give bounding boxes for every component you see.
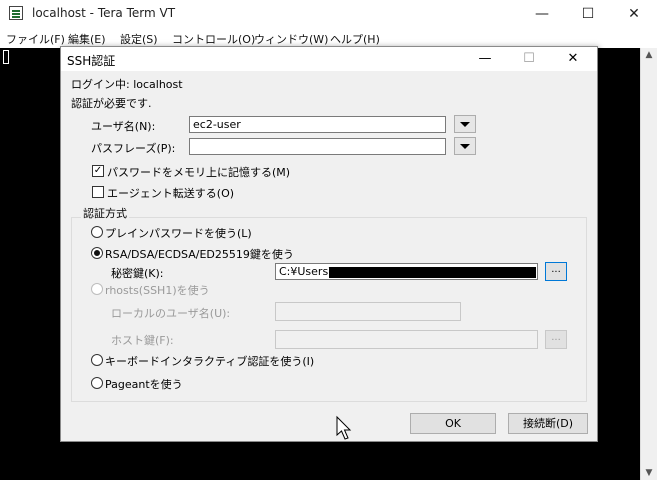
menu-control[interactable]: コントロール(O) (172, 31, 255, 47)
passphrase-label: パスフレーズ(P): (91, 142, 176, 155)
pageant-label[interactable]: Pageantを使う (105, 376, 183, 392)
terminal-cursor (3, 50, 9, 64)
remember-password-label[interactable]: パスワードをメモリ上に記憶する(M) (107, 164, 290, 180)
remember-password-checkbox[interactable]: ✓ (92, 165, 104, 177)
menu-file[interactable]: ファイル(F) (6, 31, 65, 47)
menu-window[interactable]: ウィンドウ(W) (254, 31, 328, 47)
vertical-scrollbar[interactable]: ▲ ▼ (640, 48, 657, 480)
keyboard-interactive-radio[interactable] (91, 354, 103, 366)
redacted-path-block (329, 267, 536, 278)
username-dropdown-icon[interactable] (454, 115, 476, 133)
private-key-browse-button[interactable]: ... (545, 262, 567, 281)
menubar: ファイル(F) 編集(E) 設定(S) コントロール(O) ウィンドウ(W) ヘ… (0, 28, 657, 48)
ok-button[interactable]: OK (410, 413, 496, 434)
rhosts-label: rhosts(SSH1)を使う (105, 284, 210, 297)
ssh-auth-dialog: SSH認証 — ☐ ✕ ログイン中: localhost 認証が必要です. ユー… (60, 46, 598, 442)
username-field[interactable]: ec2-user (189, 116, 446, 133)
rhosts-radio (91, 283, 103, 295)
close-button[interactable]: ✕ (611, 0, 657, 28)
menu-settings[interactable]: 設定(S) (120, 31, 158, 47)
local-username-label: ローカルのユーザ名(U): (111, 307, 231, 320)
plain-password-radio[interactable] (91, 226, 103, 238)
plain-password-label[interactable]: プレインパスワードを使う(L) (105, 225, 252, 241)
host-key-browse-button: ... (545, 330, 567, 349)
private-key-label: 秘密鍵(K): (111, 267, 164, 280)
dialog-titlebar[interactable]: SSH認証 — ☐ ✕ (61, 47, 597, 71)
local-username-field (275, 302, 461, 321)
maximize-button[interactable]: ☐ (565, 0, 611, 28)
keyboard-interactive-label[interactable]: キーボードインタラクティブ認証を使う(I) (105, 353, 314, 369)
menu-help[interactable]: ヘルプ(H) (330, 31, 380, 47)
dialog-maximize-button: ☐ (523, 51, 535, 66)
host-key-field (275, 330, 538, 349)
login-status: ログイン中: localhost (71, 78, 183, 91)
dialog-title: SSH認証 (67, 54, 116, 68)
rsa-key-radio[interactable] (91, 247, 103, 259)
menu-edit[interactable]: 編集(E) (68, 31, 106, 47)
passphrase-field[interactable] (189, 138, 446, 155)
scroll-up-icon[interactable]: ▲ (641, 50, 657, 60)
private-key-field[interactable]: C:¥Users¥ (275, 263, 538, 280)
scroll-down-icon[interactable]: ▼ (641, 468, 657, 478)
window-title: localhost - Tera Term VT (32, 6, 176, 20)
disconnect-button[interactable]: 接続断(D) (508, 413, 588, 434)
auth-required-text: 認証が必要です. (71, 97, 152, 110)
auth-method-group-label: 認証方式 (81, 205, 129, 221)
rsa-key-label[interactable]: RSA/DSA/ECDSA/ED25519鍵を使う (105, 246, 294, 262)
dialog-minimize-button[interactable]: — (463, 47, 507, 71)
pageant-radio[interactable] (91, 377, 103, 389)
host-key-label: ホスト鍵(F): (111, 334, 174, 347)
private-key-path: C:¥Users¥ (279, 265, 336, 278)
tera-term-app-icon[interactable] (9, 6, 23, 20)
window-titlebar[interactable]: localhost - Tera Term VT — ☐ ✕ (0, 0, 657, 28)
passphrase-dropdown-icon[interactable] (454, 137, 476, 155)
dialog-close-button[interactable]: ✕ (551, 47, 595, 71)
agent-forwarding-label[interactable]: エージェント転送する(O) (107, 185, 234, 201)
minimize-button[interactable]: — (519, 0, 565, 28)
mouse-pointer-icon (336, 415, 352, 440)
username-label: ユーザ名(N): (91, 120, 156, 133)
agent-forwarding-checkbox[interactable] (92, 186, 104, 198)
